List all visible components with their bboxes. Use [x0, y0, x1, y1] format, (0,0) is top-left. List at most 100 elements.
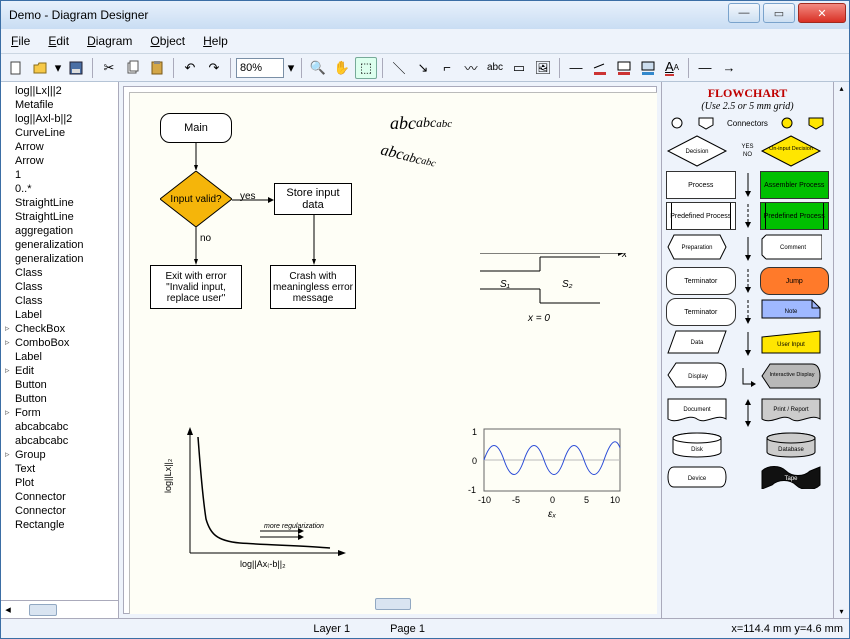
tree-item[interactable]: Arrow [3, 154, 118, 168]
copy-icon[interactable] [122, 57, 144, 79]
menu-edit[interactable]: Edit [44, 32, 73, 50]
tree-item[interactable]: Class [3, 280, 118, 294]
node-exit[interactable]: Exit with error "Invalid input, replace … [150, 265, 242, 309]
node-store[interactable]: Store input data [274, 183, 352, 215]
arrow-down-dashed-icon-3[interactable] [739, 298, 757, 326]
connector-l-icon[interactable] [739, 364, 757, 392]
shape-disk[interactable]: Disk [666, 431, 736, 462]
canvas-h-scrollbar[interactable] [129, 596, 651, 612]
curve-icon[interactable]: 〰 [460, 57, 482, 79]
shape-process[interactable]: Process [666, 171, 736, 199]
tree-item[interactable]: Button [3, 392, 118, 406]
rect-icon[interactable]: ▭ [508, 57, 530, 79]
status-layer[interactable]: Layer 1 [313, 623, 350, 635]
open-dropdown-icon[interactable]: ▾ [53, 57, 63, 79]
tree-item[interactable]: Form [3, 406, 118, 420]
shape-tape[interactable]: Tape [760, 465, 830, 492]
connector-circle-yellow-icon[interactable] [780, 116, 794, 130]
node-decision[interactable]: Input valid? [160, 171, 232, 227]
shape-predefined-green[interactable]: Predefined Process [760, 202, 830, 230]
tree-item[interactable]: StraightLine [3, 210, 118, 224]
minimize-button[interactable]: — [728, 3, 760, 23]
menu-diagram[interactable]: Diagram [83, 32, 136, 50]
arrow-down-icon[interactable] [739, 171, 757, 199]
tree-item[interactable]: log||Lx|||2 [3, 84, 118, 98]
arrow-end-icon[interactable]: → [718, 57, 740, 79]
shape-predefined[interactable]: Predefined Process [666, 202, 736, 230]
fill2-icon[interactable] [637, 57, 659, 79]
shape-print[interactable]: Print / Report [760, 397, 830, 428]
shape-database[interactable]: Database [760, 431, 830, 462]
shape-terminator-2[interactable]: Terminator [666, 298, 736, 326]
tree-item[interactable]: abcabcabc [3, 434, 118, 448]
tree-item[interactable]: ComboBox [3, 336, 118, 350]
tree-item[interactable]: Connector [3, 490, 118, 504]
tree-item[interactable]: Button [3, 378, 118, 392]
connector-offpage-yellow-icon[interactable] [807, 116, 825, 130]
shape-interactive-display[interactable]: Interactive Display [760, 361, 830, 394]
tree-item[interactable]: Edit [3, 364, 118, 378]
text-sample-2[interactable]: abcabcabc [379, 141, 438, 172]
connector-circle-icon[interactable] [670, 116, 684, 130]
shape-user-input[interactable]: User Input [760, 329, 830, 358]
paste-icon[interactable] [146, 57, 168, 79]
shape-data[interactable]: Data [666, 329, 736, 358]
tree-item[interactable]: Metafile [3, 98, 118, 112]
tree-item[interactable]: Rectangle [3, 518, 118, 532]
tree-item[interactable]: 1 [3, 168, 118, 182]
tree-item[interactable]: Text [3, 462, 118, 476]
tree-item[interactable]: 0..* [3, 182, 118, 196]
tree-item[interactable]: Label [3, 308, 118, 322]
tree-item[interactable]: Class [3, 266, 118, 280]
right-scrollbar[interactable]: ▴ ▾ [833, 82, 849, 618]
horizontal-scrollbar[interactable]: ◂ [1, 600, 118, 618]
shape-note[interactable]: Note [760, 298, 830, 326]
tree-item[interactable]: Class [3, 294, 118, 308]
tree-item[interactable]: CurveLine [3, 126, 118, 140]
shape-device[interactable]: Device [666, 465, 736, 492]
arrow-down-icon-3[interactable] [739, 330, 757, 358]
cut-icon[interactable]: ✂ [98, 57, 120, 79]
shape-jump[interactable]: Jump [760, 267, 830, 295]
shape-assembler[interactable]: Assembler Process [760, 171, 830, 199]
text-sample-1[interactable]: abcabcabc [390, 113, 452, 134]
arrow-both-icon[interactable] [739, 399, 757, 427]
zoom-dropdown-icon[interactable]: ▾ [286, 57, 296, 79]
maximize-button[interactable]: ▭ [763, 3, 795, 23]
connector-offpage-icon[interactable] [697, 116, 715, 130]
line-color-icon[interactable] [589, 57, 611, 79]
line-icon[interactable]: ＼ [388, 57, 410, 79]
menu-file[interactable]: File [7, 32, 34, 50]
tree-item[interactable]: Arrow [3, 140, 118, 154]
node-main[interactable]: Main [160, 113, 232, 143]
zoom-input[interactable] [236, 58, 284, 78]
tree-item[interactable]: generalization [3, 252, 118, 266]
undo-icon[interactable]: ↶ [179, 57, 201, 79]
tree-item[interactable]: aggregation [3, 224, 118, 238]
status-page[interactable]: Page 1 [390, 623, 425, 635]
tree-item[interactable]: Connector [3, 504, 118, 518]
new-icon[interactable] [5, 57, 27, 79]
pan-icon[interactable]: ✋ [331, 57, 353, 79]
sine-chart[interactable]: 10-1 -10-50510 εₓ [460, 423, 630, 533]
menu-object[interactable]: Object [146, 32, 189, 50]
tree-item[interactable]: StraightLine [3, 196, 118, 210]
canvas[interactable]: Main Input valid? yes no Store input dat… [129, 92, 657, 614]
picture-icon[interactable]: 🖼 [532, 57, 554, 79]
arrow-down-icon-2[interactable] [739, 235, 757, 263]
magnify-icon[interactable]: 🔍 [307, 57, 329, 79]
tree-item[interactable]: Plot [3, 476, 118, 490]
shape-document[interactable]: Document [666, 397, 736, 428]
tree-item[interactable]: generalization [3, 238, 118, 252]
shape-comment[interactable]: Comment [760, 233, 830, 264]
connector-icon[interactable]: ⌐ [436, 57, 458, 79]
node-crash[interactable]: Crash with meaningless error message [270, 265, 356, 309]
text-icon[interactable]: abc [484, 57, 506, 79]
redo-icon[interactable]: ↷ [203, 57, 225, 79]
shape-preparation[interactable]: Preparation [666, 233, 736, 264]
object-list[interactable]: log||Lx|||2Metafilelog||Axl-b||2CurveLin… [1, 82, 118, 600]
tree-item[interactable]: abcabcabc [3, 420, 118, 434]
shape-display[interactable]: Display [666, 361, 736, 394]
close-button[interactable]: ✕ [798, 3, 846, 23]
tree-item[interactable]: Label [3, 350, 118, 364]
